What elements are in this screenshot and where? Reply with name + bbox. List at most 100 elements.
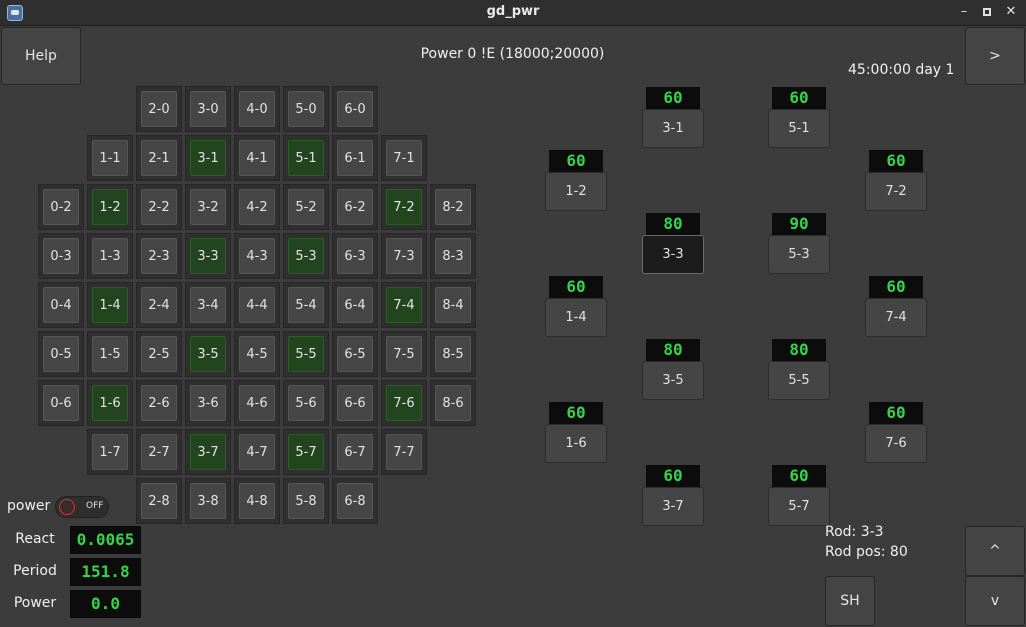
core-cell-3-0[interactable]: 3-0: [185, 86, 231, 132]
core-cell-1-6[interactable]: 1-6: [87, 380, 133, 426]
rod-select-button[interactable]: 3-1: [642, 109, 704, 148]
core-cell-4-1[interactable]: 4-1: [234, 135, 280, 181]
core-cell-7-5[interactable]: 7-5: [381, 331, 427, 377]
core-cell-4-0[interactable]: 4-0: [234, 86, 280, 132]
help-button[interactable]: Help: [1, 27, 81, 85]
core-cell-7-7[interactable]: 7-7: [381, 429, 427, 475]
core-cell-3-8[interactable]: 3-8: [185, 478, 231, 524]
core-cell-3-7[interactable]: 3-7: [185, 429, 231, 475]
core-cell-label: 0-3: [43, 238, 79, 274]
rod-select-button[interactable]: 1-6: [545, 424, 607, 463]
core-cell-2-6[interactable]: 2-6: [136, 380, 182, 426]
core-cell-4-6[interactable]: 4-6: [234, 380, 280, 426]
rod-select-button[interactable]: 5-1: [768, 109, 830, 148]
core-cell-4-7[interactable]: 4-7: [234, 429, 280, 475]
rod-select-button[interactable]: 3-3: [642, 235, 704, 274]
rod-select-button[interactable]: 7-2: [865, 172, 927, 211]
core-cell-1-2[interactable]: 1-2: [87, 184, 133, 230]
core-cell-0-6[interactable]: 0-6: [38, 380, 84, 426]
minimize-button[interactable]: –: [955, 3, 973, 21]
core-cell-2-7[interactable]: 2-7: [136, 429, 182, 475]
core-cell-7-1[interactable]: 7-1: [381, 135, 427, 181]
core-cell-6-7[interactable]: 6-7: [332, 429, 378, 475]
rod-up-button[interactable]: ^: [965, 526, 1025, 576]
core-cell-8-3[interactable]: 8-3: [430, 233, 476, 279]
core-cell-5-2[interactable]: 5-2: [283, 184, 329, 230]
core-cell-6-6[interactable]: 6-6: [332, 380, 378, 426]
core-cell-5-7[interactable]: 5-7: [283, 429, 329, 475]
core-cell-1-3[interactable]: 1-3: [87, 233, 133, 279]
power-toggle[interactable]: OFF: [55, 496, 109, 518]
rod-down-button[interactable]: v: [965, 576, 1025, 626]
core-cell-6-2[interactable]: 6-2: [332, 184, 378, 230]
core-cell-0-3[interactable]: 0-3: [38, 233, 84, 279]
core-cell-label: 1-3: [92, 238, 128, 274]
core-cell-8-4[interactable]: 8-4: [430, 282, 476, 328]
core-cell-2-5[interactable]: 2-5: [136, 331, 182, 377]
core-cell-8-6[interactable]: 8-6: [430, 380, 476, 426]
core-cell-7-4[interactable]: 7-4: [381, 282, 427, 328]
core-cell-7-6[interactable]: 7-6: [381, 380, 427, 426]
core-cell-5-4[interactable]: 5-4: [283, 282, 329, 328]
core-cell-2-4[interactable]: 2-4: [136, 282, 182, 328]
core-cell-0-5[interactable]: 0-5: [38, 331, 84, 377]
core-cell-5-0[interactable]: 5-0: [283, 86, 329, 132]
core-cell-1-4[interactable]: 1-4: [87, 282, 133, 328]
core-cell-6-4[interactable]: 6-4: [332, 282, 378, 328]
core-cell-5-6[interactable]: 5-6: [283, 380, 329, 426]
selected-rod-label: Rod: 3-3: [825, 524, 884, 540]
core-cell-2-0[interactable]: 2-0: [136, 86, 182, 132]
core-cell-5-1[interactable]: 5-1: [283, 135, 329, 181]
core-cell-4-2[interactable]: 4-2: [234, 184, 280, 230]
next-button[interactable]: >: [965, 27, 1025, 85]
rod-select-button[interactable]: 5-3: [768, 235, 830, 274]
core-cell-3-3[interactable]: 3-3: [185, 233, 231, 279]
core-cell-3-1[interactable]: 3-1: [185, 135, 231, 181]
rod-select-button[interactable]: 1-2: [545, 172, 607, 211]
core-cell-4-8[interactable]: 4-8: [234, 478, 280, 524]
core-cell-2-2[interactable]: 2-2: [136, 184, 182, 230]
sh-button[interactable]: SH: [825, 576, 875, 626]
core-cell-3-4[interactable]: 3-4: [185, 282, 231, 328]
core-cell-2-1[interactable]: 2-1: [136, 135, 182, 181]
rod-select-button[interactable]: 7-6: [865, 424, 927, 463]
core-cell-5-8[interactable]: 5-8: [283, 478, 329, 524]
rod-select-button[interactable]: 5-5: [768, 361, 830, 400]
core-cell-1-5[interactable]: 1-5: [87, 331, 133, 377]
core-cell-1-1[interactable]: 1-1: [87, 135, 133, 181]
rod-select-button[interactable]: 5-7: [768, 487, 830, 526]
rod-select-button[interactable]: 3-7: [642, 487, 704, 526]
rod-7-6: 60 7-6: [865, 402, 927, 463]
rod-select-button[interactable]: 1-4: [545, 298, 607, 337]
core-cell-6-5[interactable]: 6-5: [332, 331, 378, 377]
core-cell-label: 1-4: [92, 287, 128, 323]
close-button[interactable]: ✕: [1002, 3, 1020, 21]
core-cell-1-7[interactable]: 1-7: [87, 429, 133, 475]
rod-3-1: 60 3-1: [642, 87, 704, 148]
rod-1-2: 60 1-2: [545, 150, 607, 211]
core-cell-4-5[interactable]: 4-5: [234, 331, 280, 377]
core-cell-4-4[interactable]: 4-4: [234, 282, 280, 328]
rod-select-button[interactable]: 3-5: [642, 361, 704, 400]
core-cell-7-2[interactable]: 7-2: [381, 184, 427, 230]
rod-position-display: 60: [869, 150, 923, 172]
rod-select-button[interactable]: 7-4: [865, 298, 927, 337]
core-cell-2-3[interactable]: 2-3: [136, 233, 182, 279]
core-cell-3-6[interactable]: 3-6: [185, 380, 231, 426]
core-cell-7-3[interactable]: 7-3: [381, 233, 427, 279]
core-cell-8-2[interactable]: 8-2: [430, 184, 476, 230]
core-cell-0-4[interactable]: 0-4: [38, 282, 84, 328]
core-cell-2-8[interactable]: 2-8: [136, 478, 182, 524]
core-cell-6-0[interactable]: 6-0: [332, 86, 378, 132]
core-cell-4-3[interactable]: 4-3: [234, 233, 280, 279]
core-cell-6-8[interactable]: 6-8: [332, 478, 378, 524]
core-cell-6-3[interactable]: 6-3: [332, 233, 378, 279]
core-cell-0-2[interactable]: 0-2: [38, 184, 84, 230]
maximize-button[interactable]: [978, 3, 996, 21]
core-cell-5-3[interactable]: 5-3: [283, 233, 329, 279]
core-cell-8-5[interactable]: 8-5: [430, 331, 476, 377]
core-cell-3-5[interactable]: 3-5: [185, 331, 231, 377]
core-cell-3-2[interactable]: 3-2: [185, 184, 231, 230]
core-cell-6-1[interactable]: 6-1: [332, 135, 378, 181]
core-cell-5-5[interactable]: 5-5: [283, 331, 329, 377]
